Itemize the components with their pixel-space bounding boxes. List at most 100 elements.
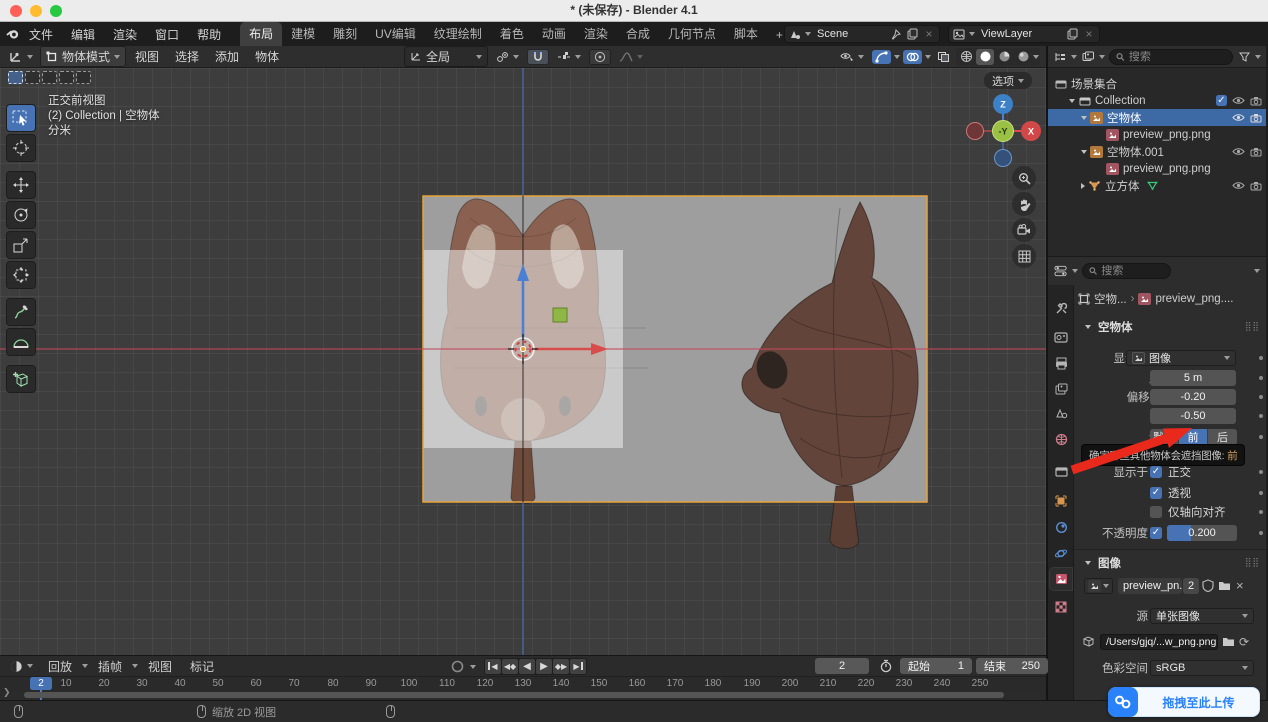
- properties-search-box[interactable]: [1082, 263, 1171, 279]
- pin-icon[interactable]: [888, 27, 902, 41]
- panel-drag-dots[interactable]: ⣿⣿: [1245, 321, 1260, 332]
- tab-tool[interactable]: [1050, 297, 1072, 319]
- tool-annotate[interactable]: [6, 298, 36, 326]
- mode-selector[interactable]: 物体模式: [40, 46, 126, 67]
- playhead[interactable]: 2: [30, 677, 52, 690]
- gizmos-dropdown-icon[interactable]: [894, 55, 900, 59]
- viewlayer-name[interactable]: ViewLayer: [978, 28, 1062, 40]
- animate-dot[interactable]: [1259, 531, 1263, 535]
- expand-icon[interactable]: [1081, 183, 1085, 189]
- animate-dot[interactable]: [1259, 435, 1263, 439]
- menu-view[interactable]: 视图: [128, 46, 166, 67]
- shading-wireframe-button[interactable]: [957, 49, 975, 65]
- image-name-field[interactable]: preview_pn...: [1118, 578, 1182, 594]
- outliner-label[interactable]: 空物体: [1107, 110, 1142, 126]
- depth-back-button[interactable]: 后: [1208, 429, 1237, 445]
- tool-cursor[interactable]: [6, 134, 36, 162]
- new-scene-icon[interactable]: [905, 27, 919, 41]
- packed-file-icon[interactable]: [1082, 636, 1095, 647]
- 3d-viewport[interactable]: 正交前视图 (2) Collection | 空物体 分米: [0, 68, 1046, 655]
- outliner-row-image-data[interactable]: preview_png.png: [1048, 126, 1266, 143]
- tab-shading[interactable]: 着色: [491, 22, 533, 46]
- outliner-label[interactable]: preview_png.png: [1123, 163, 1211, 175]
- properties-search-input[interactable]: [1101, 265, 1164, 277]
- frame-end-field[interactable]: 结束 250: [976, 658, 1048, 674]
- menu-help[interactable]: 帮助: [188, 24, 230, 45]
- tool-add-cube[interactable]: [6, 365, 36, 393]
- outliner-search-input[interactable]: [1129, 51, 1226, 63]
- remove-viewlayer-icon[interactable]: ×: [1082, 27, 1096, 41]
- maximize-window-button[interactable]: [50, 5, 62, 17]
- shading-material-button[interactable]: [995, 49, 1013, 65]
- eye-icon[interactable]: [1232, 113, 1245, 122]
- image-panel-header[interactable]: 图像: [1082, 555, 1121, 571]
- animate-dot[interactable]: [1259, 414, 1263, 418]
- outliner-label[interactable]: 立方体: [1105, 178, 1140, 194]
- tab-physics[interactable]: [1050, 542, 1072, 564]
- frame-start-field[interactable]: 起始 1: [900, 658, 972, 674]
- outliner-row-empty[interactable]: 空物体: [1048, 109, 1266, 126]
- pan-hand-button[interactable]: [1012, 192, 1036, 216]
- camera-visibility-icon[interactable]: [1250, 147, 1262, 157]
- offset-y-field[interactable]: -0.50: [1150, 408, 1236, 424]
- open-folder-icon[interactable]: [1218, 580, 1231, 591]
- current-frame-field[interactable]: 2: [815, 658, 869, 674]
- tool-select-box[interactable]: [6, 104, 36, 132]
- tab-rendering[interactable]: 渲染: [575, 22, 617, 46]
- new-viewlayer-icon[interactable]: [1065, 27, 1079, 41]
- show-object-types-selector[interactable]: [835, 50, 869, 64]
- outliner-display-mode-selector[interactable]: [1053, 50, 1067, 64]
- tool-scale[interactable]: [6, 231, 36, 259]
- xray-toggle[interactable]: [934, 50, 953, 64]
- outliner-row-collection[interactable]: Collection ✓: [1048, 92, 1266, 109]
- opacity-slider[interactable]: 0.200: [1167, 525, 1237, 541]
- outliner-row-empty-001[interactable]: 空物体.001: [1048, 143, 1266, 160]
- source-dropdown[interactable]: 单张图像: [1150, 608, 1254, 624]
- unlink-image-icon[interactable]: ×: [1236, 578, 1244, 593]
- perspective-checkbox[interactable]: ✓: [1150, 487, 1162, 499]
- reload-image-icon[interactable]: ⟳: [1239, 635, 1249, 649]
- proportional-editing-toggle[interactable]: [589, 49, 611, 65]
- depth-default-button[interactable]: 默认: [1150, 429, 1179, 445]
- snap-target-selector[interactable]: [552, 50, 586, 64]
- use-preview-range-icon[interactable]: [879, 659, 893, 673]
- menu-render[interactable]: 渲染: [104, 24, 146, 45]
- overlays-toggle[interactable]: [903, 50, 922, 64]
- collapse-icon[interactable]: [1081, 116, 1087, 120]
- animate-dot[interactable]: [1259, 491, 1263, 495]
- browse-file-folder-icon[interactable]: [1222, 636, 1235, 647]
- upload-drop-button[interactable]: 拖拽至此上传: [1108, 687, 1260, 717]
- transform-orientation-selector[interactable]: 全局: [404, 46, 488, 67]
- proportional-falloff-selector[interactable]: [614, 50, 648, 64]
- collapse-icon[interactable]: [1081, 150, 1087, 154]
- play-reverse-button[interactable]: ◀: [519, 659, 535, 674]
- play-button[interactable]: ▶: [536, 659, 552, 674]
- panel-drag-dots[interactable]: ⣿⣿: [1245, 557, 1260, 568]
- properties-editor-type-button[interactable]: [1054, 264, 1068, 278]
- minimize-window-button[interactable]: [30, 5, 42, 17]
- scene-selector[interactable]: Scene ×: [784, 25, 940, 43]
- jump-to-start-button[interactable]: ◀: [485, 659, 501, 674]
- pivot-point-selector[interactable]: [491, 50, 524, 64]
- unlink-scene-icon[interactable]: ×: [922, 27, 936, 41]
- timeline-scrollbar[interactable]: [24, 692, 1004, 698]
- menu-playback[interactable]: 回放: [40, 657, 80, 676]
- image-browse-button[interactable]: [1084, 578, 1113, 594]
- menu-object[interactable]: 物体: [248, 46, 286, 67]
- menu-keying[interactable]: 插帧: [90, 657, 130, 676]
- tab-sculpting[interactable]: 雕刻: [324, 22, 366, 46]
- blender-logo-icon[interactable]: [6, 27, 20, 41]
- viewlayer-selector[interactable]: ViewLayer ×: [948, 25, 1100, 43]
- menu-add[interactable]: 添加: [208, 46, 246, 67]
- menu-file[interactable]: 文件: [20, 24, 62, 45]
- shading-rendered-button[interactable]: [1014, 49, 1032, 65]
- shading-dropdown-icon[interactable]: [1033, 55, 1039, 59]
- eye-icon[interactable]: [1232, 96, 1245, 105]
- timeline-ruler[interactable]: 2 10 20 30 40 50 60 70 80 90 100 110 120…: [0, 677, 1046, 692]
- tab-render[interactable]: [1050, 326, 1072, 348]
- close-window-button[interactable]: [10, 5, 22, 17]
- animate-dot[interactable]: [1259, 510, 1263, 514]
- shading-solid-button[interactable]: [976, 49, 994, 65]
- menu-view-timeline[interactable]: 视图: [140, 657, 180, 676]
- outliner-search-box[interactable]: [1109, 49, 1233, 65]
